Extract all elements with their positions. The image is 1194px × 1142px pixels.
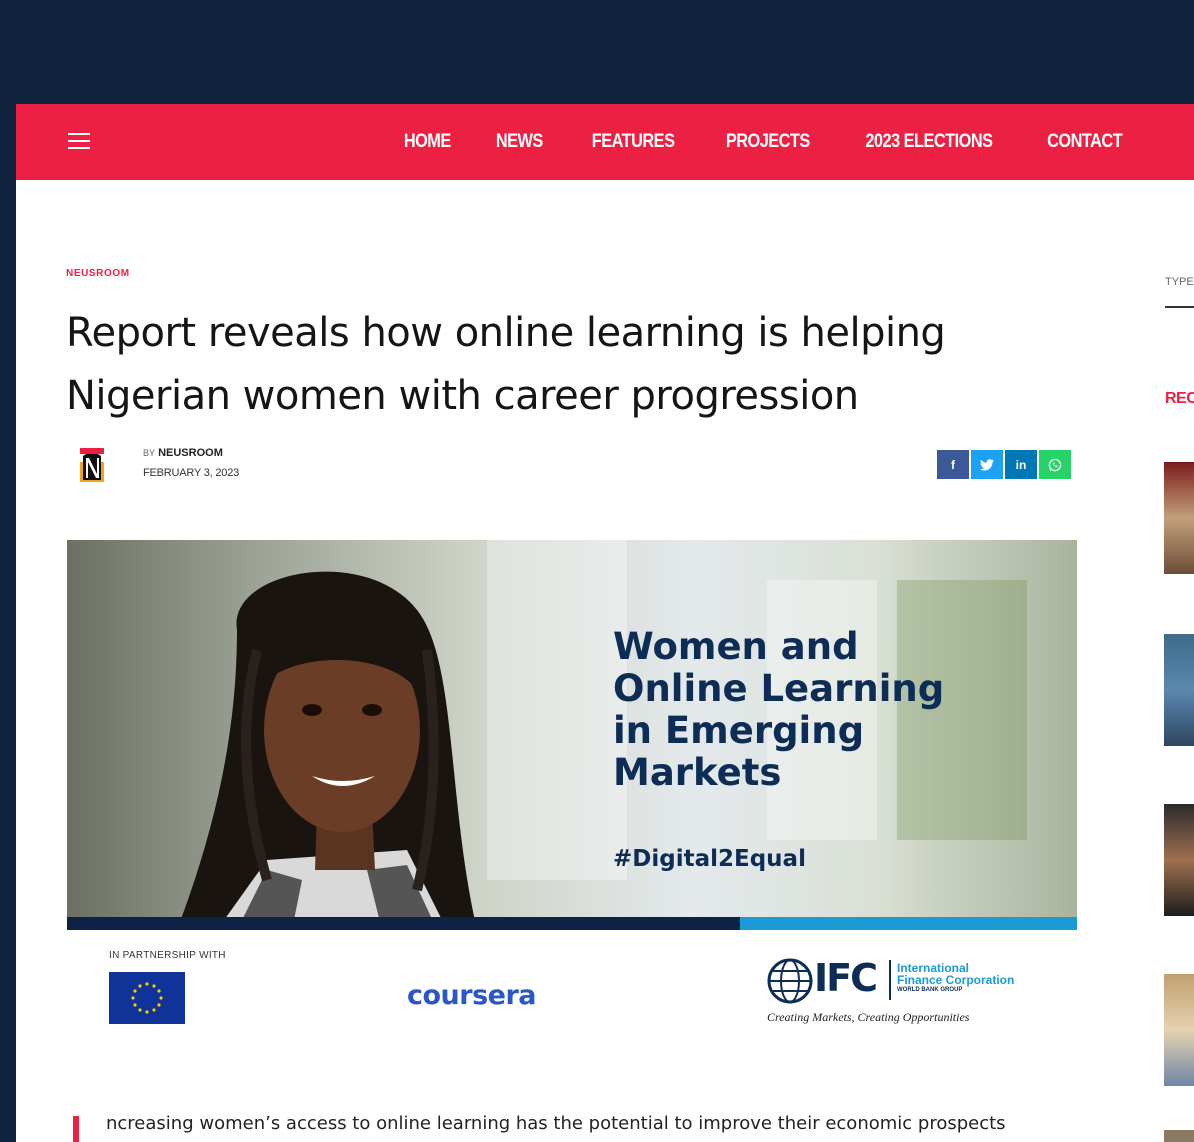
recent-post-thumbnail[interactable] — [1164, 1130, 1194, 1142]
coursera-logo: coursera — [407, 980, 537, 1011]
nav-projects[interactable]: PROJECTS — [726, 131, 810, 153]
whatsapp-share-button[interactable] — [1039, 450, 1071, 479]
eu-flag-logo — [109, 972, 185, 1024]
main-nav: HOME NEWS FEATURES PROJECTS 2023 ELECTIO… — [400, 104, 1128, 180]
top-navbar: HOME NEWS FEATURES PROJECTS 2023 ELECTIO… — [16, 104, 1194, 180]
linkedin-share-button[interactable]: in — [1005, 450, 1037, 479]
share-buttons: f in — [937, 450, 1071, 479]
ifc-name-line: Finance Corporation — [897, 973, 1015, 987]
byline: BY NEUSROOM — [143, 447, 223, 459]
byline-prefix: BY — [143, 448, 156, 458]
featured-image: Women and Online Learning in Emerging Ma… — [67, 540, 1077, 930]
dropcap-marker — [73, 1116, 79, 1142]
hero-heading-line: Women and — [613, 625, 859, 668]
hero-heading-line: Online Learning — [613, 667, 945, 710]
woman-portrait — [177, 571, 477, 930]
search-input[interactable]: TYPE — [1165, 276, 1194, 288]
publish-date: FEBRUARY 3, 2023 — [143, 467, 240, 479]
article-title: Report reveals how online learning is he… — [66, 310, 946, 419]
recent-post-thumbnail[interactable] — [1164, 462, 1194, 574]
nav-contact[interactable]: CONTACT — [1047, 131, 1123, 153]
partners-strip: IN PARTNERSHIP WITH coursera IFC Interna… — [67, 930, 1077, 1040]
recent-post-thumbnail[interactable] — [1164, 974, 1194, 1086]
hero-heading: Women and Online Learning in Emerging Ma… — [613, 626, 944, 794]
ifc-group: WORLD BANK GROUP — [897, 987, 963, 993]
facebook-share-button[interactable]: f — [937, 450, 969, 479]
nav-news[interactable]: NEWS — [496, 131, 543, 153]
whatsapp-icon — [1048, 458, 1062, 471]
twitter-share-button[interactable] — [971, 450, 1003, 479]
author-avatar[interactable] — [80, 448, 104, 482]
author-name[interactable]: NEUSROOM — [158, 447, 223, 459]
hero-heading-line: Markets — [613, 751, 782, 794]
page: HOME NEWS FEATURES PROJECTS 2023 ELECTIO… — [16, 104, 1194, 1142]
linkedin-icon: in — [1015, 457, 1027, 472]
hamburger-icon[interactable] — [68, 133, 90, 149]
article-paragraph: ncreasing women’s access to online learn… — [106, 1113, 1006, 1134]
ifc-slogan: Creating Markets, Creating Opportunities — [767, 1010, 970, 1024]
recent-post-thumbnail[interactable] — [1164, 634, 1194, 746]
ifc-full-name: International Finance Corporation — [897, 962, 1014, 986]
ifc-logo: IFC — [814, 956, 878, 1000]
nav-home[interactable]: HOME — [404, 131, 451, 153]
recent-post-thumbnail[interactable] — [1164, 804, 1194, 916]
article-category[interactable]: NEUSROOM — [66, 268, 130, 279]
search-underline — [1165, 306, 1194, 308]
ifc-divider — [889, 960, 891, 1000]
hero-accent-bar — [67, 917, 1077, 930]
facebook-icon: f — [951, 457, 955, 472]
partner-label: IN PARTNERSHIP WITH — [109, 950, 226, 961]
globe-icon — [767, 958, 813, 1004]
nav-2023-elections[interactable]: 2023 ELECTIONS — [865, 131, 993, 153]
hero-hashtag: #Digital2Equal — [613, 846, 806, 872]
twitter-icon — [980, 458, 994, 470]
hero-heading-line: in Emerging — [613, 709, 865, 752]
nav-features[interactable]: FEATURES — [592, 131, 675, 153]
recent-posts-heading: REC — [1165, 390, 1194, 407]
